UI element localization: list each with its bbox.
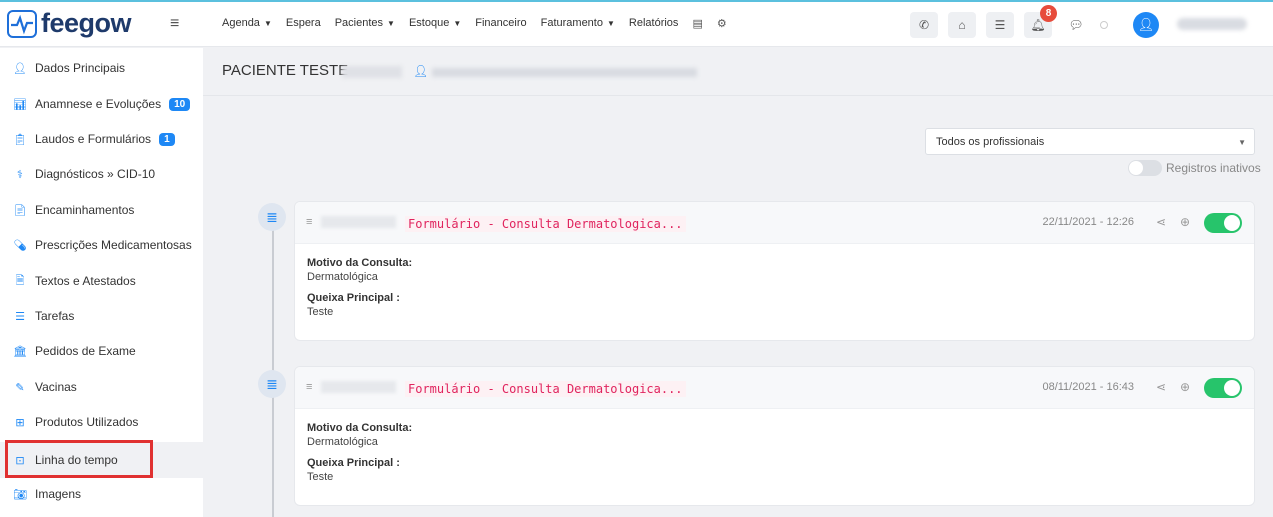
bell-icon[interactable]: 🔔︎ 8 [1024, 5, 1057, 38]
document-icon: 📄︎ [13, 204, 27, 217]
sidebar-item-anamnese[interactable]: 📊︎ Anamnese e Evoluções 10 [0, 86, 203, 122]
top-navbar: feegow ≡ Agenda ▼ Espera Pacientes ▼ Estoq… [0, 0, 1273, 47]
sidebar-item-textos[interactable]: 🗎 Textos e Atestados [0, 263, 203, 299]
author-redacted [321, 381, 396, 393]
sidebar-item-produtos[interactable]: ⊞ Produtos Utilizados [0, 404, 203, 440]
patient-name-redacted [342, 66, 402, 78]
record-title[interactable]: Formulário - Consulta Dermatologica... [405, 216, 686, 232]
sidebar-item-laudos[interactable]: 📋︎ Laudos e Formulários 1 [0, 121, 203, 157]
toggle-knob [1224, 380, 1240, 396]
hamburger-menu-icon[interactable]: ≡ [170, 15, 179, 33]
exam-icon: 🏛︎ [13, 345, 27, 358]
sidebar-item-pedidos-exame[interactable]: 🏛︎ Pedidos de Exame [0, 333, 203, 369]
zoom-in-icon[interactable]: ⊕ [1180, 215, 1190, 229]
share-icon[interactable]: ⋖ [1156, 380, 1166, 394]
toggle-knob [1129, 161, 1143, 175]
chevron-down-icon: ▼ [1238, 138, 1246, 147]
timeline-marker-icon: ≣ [258, 203, 286, 231]
field-value: Teste [307, 471, 334, 483]
tasks-icon: ☰ [15, 310, 25, 323]
record-card-header: ≡ Formulário - Consulta Dermatologica...… [295, 367, 1254, 409]
professional-select[interactable]: Todos os profissionais ▼ [925, 128, 1255, 155]
menu-espera[interactable]: Espera [286, 17, 321, 30]
caret-down-icon: ▼ [263, 19, 272, 28]
pills-icon: 💊︎ [13, 239, 27, 252]
record-title[interactable]: Formulário - Consulta Dermatologica... [405, 381, 686, 397]
logo-text: feegow [41, 8, 132, 38]
stethoscope-icon: ⚕ [17, 168, 23, 181]
clipboard-icon: 📋︎ [13, 133, 27, 146]
status-dot [1100, 21, 1108, 29]
caret-down-icon: ▼ [453, 19, 462, 28]
record-active-toggle[interactable] [1204, 213, 1242, 233]
field-label: Motivo da Consulta: [307, 422, 413, 434]
menu-estoque[interactable]: Estoque ▼ [409, 17, 461, 30]
caret-down-icon: ▼ [606, 19, 615, 28]
field-label: Queixa Principal : [307, 457, 400, 469]
certificate-icon: 🗎 [15, 274, 25, 287]
top-accent-line [0, 0, 1273, 2]
sidebar-item-vacinas[interactable]: ✎ Vacinas [0, 369, 203, 405]
drag-handle-icon[interactable]: ≡ [306, 381, 312, 393]
menu-relatorios[interactable]: Relatórios [629, 17, 679, 30]
record-active-toggle[interactable] [1204, 378, 1242, 398]
menu-pacientes[interactable]: Pacientes ▼ [335, 17, 395, 30]
user-avatar[interactable]: 👤︎ [1133, 12, 1159, 38]
record-card-body: Motivo da Consulta: Dermatológica Queixa… [295, 409, 1254, 504]
record-card-header: ≡ Formulário - Consulta Dermatologica...… [295, 202, 1254, 244]
box-icon: ⊞ [15, 416, 25, 429]
field-label: Motivo da Consulta: [307, 257, 413, 269]
count-badge: 1 [159, 132, 175, 146]
drag-handle-icon[interactable]: ≡ [306, 216, 312, 228]
sidebar-item-diagnosticos[interactable]: ⚕ Diagnósticos » CID-10 [0, 156, 203, 192]
sidebar-item-encaminhamentos[interactable]: 📄︎ Encaminhamentos [0, 192, 203, 228]
highlight-box [5, 440, 153, 478]
patient-info-icon[interactable]: 👤︎ [413, 64, 428, 78]
record-date: 22/11/2021 - 12:26 [1042, 216, 1134, 228]
page-title: PACIENTE TESTE [222, 62, 349, 79]
menu-financeiro[interactable]: Financeiro [475, 17, 526, 30]
checklist-icon[interactable]: ☰ [986, 12, 1014, 38]
toolbar-icons: ✆ ⌂ ☰ 🔔︎ 8 💬︎ [910, 5, 1108, 38]
zoom-in-icon[interactable]: ⊕ [1180, 380, 1190, 394]
inbox-icon[interactable]: ⌂ [948, 12, 976, 38]
inactive-records-toggle[interactable] [1128, 160, 1162, 176]
inactive-records-label: Registros inativos [1166, 161, 1261, 175]
syringe-icon: ✎ [15, 381, 25, 394]
patient-details-redacted [432, 68, 697, 77]
chat-icon[interactable]: 💬︎ [1062, 12, 1090, 38]
sidebar-item-prescricoes[interactable]: 💊︎ Prescrições Medicamentosas [0, 227, 203, 263]
count-badge: 10 [169, 97, 191, 111]
timeline-marker-icon: ≣ [258, 370, 286, 398]
database-icon[interactable]: ▤ [692, 17, 702, 30]
record-card-body: Motivo da Consulta: Dermatológica Queixa… [295, 244, 1254, 339]
toggle-knob [1224, 215, 1240, 231]
sidebar-item-dados-principais[interactable]: 👤︎ Dados Principais [0, 50, 203, 86]
menu-agenda[interactable]: Agenda ▼ [222, 17, 272, 30]
logo[interactable]: feegow [7, 8, 132, 39]
sidebar-item-tarefas[interactable]: ☰ Tarefas [0, 298, 203, 334]
author-redacted [321, 216, 396, 228]
gear-icon[interactable]: ⚙ [717, 17, 727, 30]
camera-icon: 📷︎ [13, 488, 27, 501]
caret-down-icon: ▼ [387, 19, 395, 28]
user-icon: 👤︎ [13, 62, 27, 75]
record-card: ≡ Formulário - Consulta Dermatologica...… [294, 366, 1255, 506]
field-value: Dermatológica [307, 271, 378, 283]
sidebar-item-imagens[interactable]: 📷︎ Imagens [0, 476, 203, 512]
notification-badge: 8 [1040, 5, 1057, 22]
phone-icon[interactable]: ✆ [910, 12, 938, 38]
chart-icon: 📊︎ [13, 98, 27, 111]
main-menu: Agenda ▼ Espera Pacientes ▼ Estoque ▼ Finan… [222, 17, 727, 30]
logo-heartbeat-icon [7, 9, 37, 38]
field-value: Dermatológica [307, 436, 378, 448]
menu-faturamento[interactable]: Faturamento ▼ [541, 17, 615, 30]
record-card: ≡ Formulário - Consulta Dermatologica...… [294, 201, 1255, 341]
record-date: 08/11/2021 - 16:43 [1042, 381, 1134, 393]
user-name-redacted[interactable] [1177, 18, 1247, 30]
field-label: Queixa Principal : [307, 292, 400, 304]
header-divider [203, 95, 1273, 96]
share-icon[interactable]: ⋖ [1156, 215, 1166, 229]
field-value: Teste [307, 306, 334, 318]
